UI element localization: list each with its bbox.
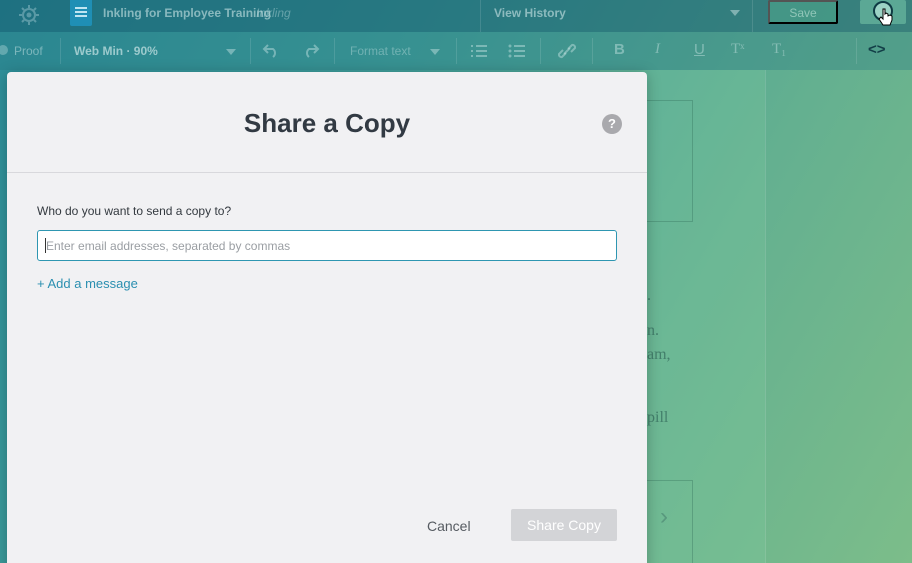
divider	[456, 38, 457, 64]
top-bar: Inkling for Employee Training Inkling Vi…	[0, 0, 912, 32]
share-copy-button[interactable]: Share Copy	[511, 509, 617, 541]
recipients-label: Who do you want to send a copy to?	[37, 204, 232, 218]
email-recipients-input[interactable]	[37, 230, 617, 261]
divider	[250, 38, 251, 64]
save-button[interactable]: Save	[768, 0, 838, 24]
divider	[592, 38, 593, 64]
share-copy-dialog: Share a Copy ? Who do you want to send a…	[7, 72, 647, 563]
view-history-dropdown[interactable]: View History	[494, 6, 566, 20]
divider	[480, 0, 481, 32]
divider	[765, 70, 766, 563]
dialog-title: Share a Copy	[243, 108, 411, 138]
view-mode-select[interactable]: Web Min · 90%	[74, 44, 158, 58]
bullet-list-icon[interactable]	[508, 43, 526, 59]
cancel-button[interactable]: Cancel	[427, 518, 471, 534]
undo-icon[interactable]	[262, 42, 280, 58]
gear-icon[interactable]	[18, 4, 40, 26]
document-text: n.	[647, 322, 659, 339]
editor-toolbar: Proof Web Min · 90% Format text B I U Tˣ…	[0, 32, 912, 70]
divider	[540, 38, 541, 64]
link-icon[interactable]	[558, 42, 576, 60]
document-text: pill	[647, 409, 669, 426]
document-text: am,	[647, 346, 671, 363]
chevron-down-icon[interactable]	[730, 10, 740, 16]
chevron-down-icon[interactable]	[430, 49, 440, 55]
underline-button[interactable]: U	[694, 41, 705, 58]
add-message-link[interactable]: + Add a message	[37, 276, 138, 291]
divider	[752, 0, 753, 32]
chevron-down-icon[interactable]	[226, 49, 236, 55]
user-menu-button[interactable]	[860, 0, 906, 26]
text-cursor	[45, 238, 46, 253]
format-text-select[interactable]: Format text	[350, 44, 411, 58]
project-subtitle: Inkling	[256, 6, 291, 20]
help-icon[interactable]: ?	[602, 114, 622, 134]
divider	[60, 38, 61, 64]
divider	[334, 38, 335, 64]
document-icon[interactable]	[70, 0, 92, 26]
document-text: .	[647, 287, 651, 304]
ordered-list-icon[interactable]	[470, 43, 488, 59]
divider	[7, 172, 647, 173]
subscript-button[interactable]: T₁	[772, 41, 786, 58]
proof-toggle-icon[interactable]	[0, 45, 8, 55]
italic-button[interactable]: I	[655, 41, 660, 58]
pointer-cursor-icon	[878, 8, 893, 26]
code-view-button[interactable]: <>	[868, 41, 886, 58]
bold-button[interactable]: B	[614, 41, 625, 58]
redo-icon[interactable]	[302, 42, 320, 58]
chevron-right-icon[interactable]: ›	[660, 503, 668, 531]
superscript-button[interactable]: Tˣ	[731, 41, 745, 58]
divider	[856, 38, 857, 64]
proof-toggle[interactable]: Proof	[14, 44, 43, 58]
project-title[interactable]: Inkling for Employee Training	[103, 6, 271, 20]
